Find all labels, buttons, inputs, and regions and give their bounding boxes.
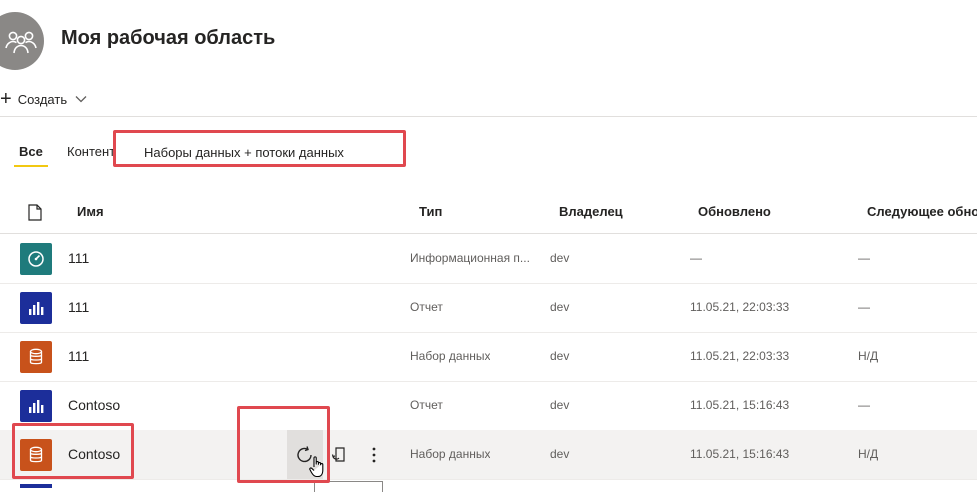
toolbar-divider	[0, 116, 977, 117]
active-tab-indicator	[14, 165, 48, 167]
column-header-next-refresh[interactable]: Следующее обно	[867, 204, 977, 219]
table-row[interactable]: 111 Набор данных dev 11.05.21, 22:03:33 …	[0, 332, 977, 382]
row-next-refresh: Н/Д	[858, 349, 879, 363]
report-icon	[20, 390, 52, 422]
create-button[interactable]: + Создать	[0, 88, 87, 110]
more-vertical-icon	[372, 447, 376, 463]
row-name[interactable]: 111	[68, 348, 89, 364]
row-updated: 11.05.21, 22:03:33	[690, 349, 790, 363]
schedule-refresh-button[interactable]	[328, 443, 352, 467]
workspace-avatar	[0, 12, 44, 70]
highlight-box-dataset	[12, 423, 134, 479]
row-owner: dev	[550, 447, 570, 461]
column-header-owner[interactable]: Владелец	[559, 204, 623, 219]
row-name[interactable]: Contoso	[68, 397, 120, 413]
row-type: Отчет	[410, 398, 443, 412]
highlight-box-tab	[113, 130, 406, 167]
more-options-button[interactable]	[364, 443, 384, 467]
plus-icon: +	[0, 88, 12, 110]
table-row[interactable]: 111 Информационная п... dev — —	[0, 234, 977, 284]
row-owner: dev	[550, 300, 570, 314]
row-updated: 11.05.21, 15:16:43	[690, 398, 790, 412]
row-next-refresh: —	[858, 251, 870, 265]
dashboard-icon	[20, 243, 52, 275]
row-type: Набор данных	[410, 447, 491, 461]
row-owner: dev	[550, 349, 570, 363]
row-type: Отчет	[410, 300, 443, 314]
column-header-type[interactable]: Тип	[419, 204, 442, 219]
tab-content[interactable]: Контент	[67, 144, 117, 159]
chevron-down-icon	[75, 96, 87, 103]
highlight-box-refresh	[237, 406, 330, 483]
tab-all[interactable]: Все	[19, 144, 43, 159]
table-row[interactable]: 111 Отчет dev 11.05.21, 22:03:33 —	[0, 283, 977, 333]
column-header-name[interactable]: Имя	[77, 204, 104, 219]
table-row[interactable]: Contoso Набор данных dev 11.05.21, 15:16…	[0, 430, 977, 480]
table-row[interactable]: Contoso Отчет dev 11.05.21, 15:16:43 —	[0, 381, 977, 431]
row-updated: —	[690, 251, 702, 265]
row-updated: 11.05.21, 22:03:33	[690, 300, 790, 314]
schedule-refresh-icon	[331, 447, 345, 462]
report-icon	[20, 292, 52, 324]
page-title: Моя рабочая область	[61, 27, 276, 49]
row-updated: 11.05.21, 15:16:43	[690, 447, 790, 461]
row-type: Набор данных	[410, 349, 491, 363]
row-name[interactable]: 111	[68, 250, 89, 266]
row-next-refresh: Н/Д	[858, 447, 879, 461]
create-button-label: Создать	[17, 91, 68, 107]
report-icon	[20, 484, 52, 488]
row-owner: dev	[550, 251, 570, 265]
row-name[interactable]: 111	[68, 299, 89, 315]
row-type: Информационная п...	[410, 251, 530, 265]
dataset-icon	[20, 341, 52, 373]
row-next-refresh: —	[858, 398, 870, 412]
row-next-refresh: —	[858, 300, 870, 314]
file-icon	[28, 204, 42, 221]
people-group-icon	[5, 31, 37, 54]
row-owner: dev	[550, 398, 570, 412]
column-header-updated[interactable]: Обновлено	[698, 204, 771, 219]
